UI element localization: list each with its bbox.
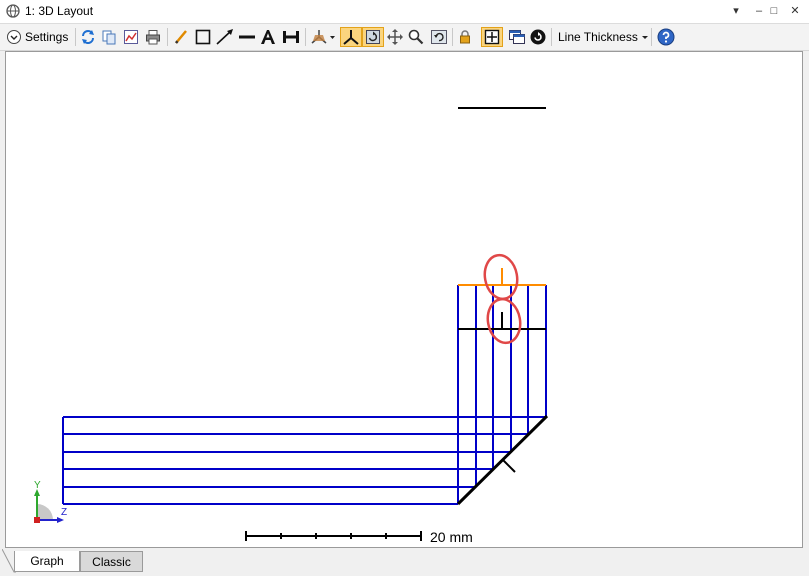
arrow-icon [216, 29, 233, 45]
lock-button[interactable] [457, 27, 473, 47]
window-menu-button[interactable]: ▾ [726, 2, 746, 20]
refresh-button[interactable] [80, 27, 96, 47]
help-button[interactable] [657, 27, 675, 47]
pan-button[interactable] [387, 27, 403, 47]
scale-bar [245, 531, 422, 541]
horizontal-ray-bundle [62, 416, 546, 505]
help-icon [657, 28, 675, 46]
settings-label: Settings [25, 30, 69, 44]
app-icon [6, 4, 20, 18]
pencil-icon [175, 30, 187, 44]
axes-icon [343, 30, 359, 45]
refresh-icon [82, 30, 94, 44]
toolbar-separator [167, 28, 168, 46]
line-button[interactable] [239, 27, 255, 47]
cycle-icon [530, 29, 546, 45]
tab-graph[interactable]: Graph [14, 551, 80, 572]
fit-button[interactable] [481, 27, 503, 47]
reset-view-button[interactable] [430, 27, 448, 47]
copy-icon [102, 30, 116, 45]
zoom-icon [408, 29, 424, 45]
print-button[interactable] [145, 27, 161, 47]
axes-button[interactable] [340, 27, 362, 47]
layout-canvas[interactable]: Y Z 20 mm [5, 51, 803, 548]
pan-icon [387, 29, 403, 45]
toolbar-separator [452, 28, 453, 46]
windows-button[interactable] [508, 27, 526, 47]
dimension-button[interactable] [282, 27, 300, 47]
pencil-button[interactable] [173, 27, 189, 47]
windows-icon [509, 30, 525, 44]
annotation-circle-lens [486, 297, 522, 345]
cycle-button[interactable] [530, 27, 546, 47]
settings-button[interactable]: Settings [6, 27, 68, 47]
export-icon [124, 30, 138, 44]
line-icon [239, 35, 255, 39]
view-tabs: Graph Classic [0, 549, 809, 576]
rectangle-icon [195, 29, 211, 45]
layout-drawing: Y Z [34, 107, 549, 541]
rectangle-button[interactable] [195, 27, 211, 47]
arrow-button[interactable] [216, 27, 234, 47]
rotate-dropdown-button[interactable] [310, 27, 336, 47]
print-icon [146, 30, 160, 45]
toolbar-separator [75, 28, 76, 46]
rotate-view-icon [366, 30, 380, 44]
scale-bar-label: 20 mm [430, 529, 473, 545]
line-thickness-label: Line Thickness [558, 30, 638, 44]
text-button[interactable] [260, 27, 276, 47]
lock-icon [460, 30, 470, 44]
toolbar: Settings Line Thickness [0, 24, 809, 51]
fold-mirror [456, 414, 549, 506]
reset-view-icon [431, 30, 447, 44]
text-icon [261, 30, 275, 44]
copy-button[interactable] [101, 27, 117, 47]
axis-triad [34, 489, 64, 523]
close-button[interactable]: ✕ [785, 2, 805, 20]
fit-icon [484, 29, 500, 45]
export-button[interactable] [123, 27, 139, 47]
tab-classic[interactable]: Classic [80, 551, 143, 572]
toolbar-separator [551, 28, 552, 46]
mirror-normal [502, 459, 516, 473]
axis-label-z: Z [61, 507, 67, 518]
window-title: 1: 3D Layout [25, 4, 94, 18]
toolbar-separator [305, 28, 306, 46]
chevron-down-icon [641, 36, 648, 39]
rotate-view-button[interactable] [362, 27, 384, 47]
title-bar: 1: 3D Layout ▾ – □ ✕ [0, 0, 809, 24]
axis-label-y: Y [34, 480, 41, 491]
maximize-button[interactable]: □ [764, 2, 784, 20]
toolbar-separator [651, 28, 652, 46]
zoom-button[interactable] [408, 27, 424, 47]
dimension-icon [283, 31, 299, 43]
rotate-dropdown-icon [311, 30, 335, 44]
settings-chevron-icon [7, 30, 21, 44]
line-thickness-dropdown[interactable]: Line Thickness [558, 27, 649, 47]
